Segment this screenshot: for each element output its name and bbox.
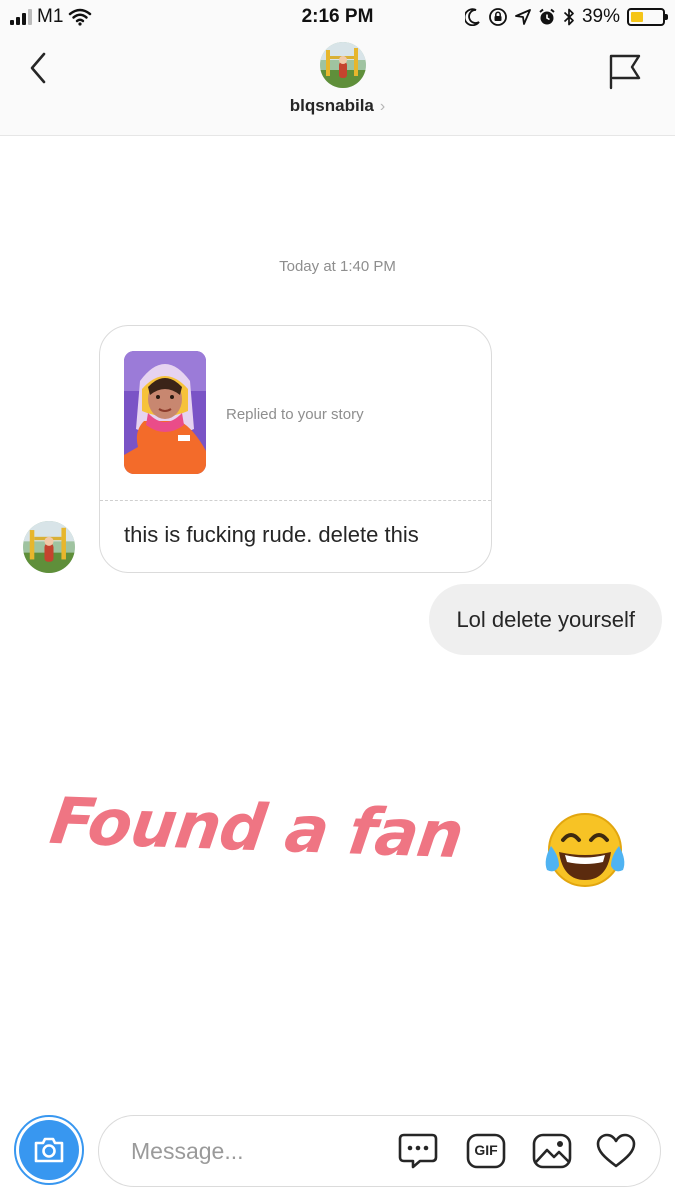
bluetooth-icon: [563, 8, 574, 26]
battery-icon: [627, 8, 668, 26]
camera-button[interactable]: [14, 1115, 84, 1185]
moon-icon: [464, 8, 480, 26]
reply-label: Replied to your story: [226, 406, 364, 423]
image-icon: [532, 1133, 572, 1169]
reply-message-text: this is fucking rude. delete this: [124, 522, 419, 547]
outgoing-message-text: Lol delete yourself: [456, 606, 635, 632]
story-reply-message[interactable]: Replied to your story this is fucking ru…: [99, 325, 492, 573]
reply-divider: [100, 500, 491, 501]
chevron-right-icon: ›: [379, 98, 386, 115]
back-button[interactable]: [22, 48, 58, 88]
overlay-caption: Found a fan: [45, 784, 468, 874]
outgoing-message[interactable]: Lol delete yourself: [429, 584, 662, 655]
story-thumbnail[interactable]: [124, 351, 206, 474]
status-right: 39%: [464, 6, 668, 28]
orientation-lock-icon: [489, 8, 507, 26]
message-timestamp: Today at 1:40 PM: [279, 258, 396, 275]
chevron-left-icon: [30, 52, 46, 84]
avatar-image: [23, 521, 75, 573]
camera-button-fill: [19, 1120, 79, 1180]
heart-icon: [596, 1133, 636, 1168]
avatar-image: [320, 42, 366, 88]
chat-header: blqsnabila ›: [0, 36, 675, 136]
report-button[interactable]: [605, 50, 645, 90]
gallery-button[interactable]: [531, 1130, 573, 1172]
chat-bubble-button[interactable]: [397, 1130, 439, 1172]
like-button[interactable]: [595, 1130, 637, 1172]
location-icon: [515, 9, 531, 25]
sender-avatar[interactable]: [23, 521, 75, 573]
header-avatar[interactable]: [320, 42, 366, 88]
battery-percent: 39%: [581, 6, 620, 27]
message-composer: GIF: [98, 1115, 661, 1187]
flag-icon: [609, 54, 641, 90]
story-image: [124, 351, 206, 474]
alarm-icon: [539, 8, 555, 25]
username-label: blqsnabila: [289, 96, 374, 115]
status-bar: M1 2:16 PM 39%: [0, 0, 675, 36]
gif-button[interactable]: GIF: [465, 1130, 507, 1172]
header-username[interactable]: blqsnabila ›: [0, 96, 675, 116]
tears-of-joy-emoji: [545, 813, 625, 887]
message-input[interactable]: [131, 1134, 381, 1168]
camera-icon: [34, 1137, 64, 1163]
chat-bubble-icon: [398, 1133, 438, 1169]
gif-label: GIF: [474, 1142, 498, 1158]
battery-fill: [631, 12, 643, 22]
